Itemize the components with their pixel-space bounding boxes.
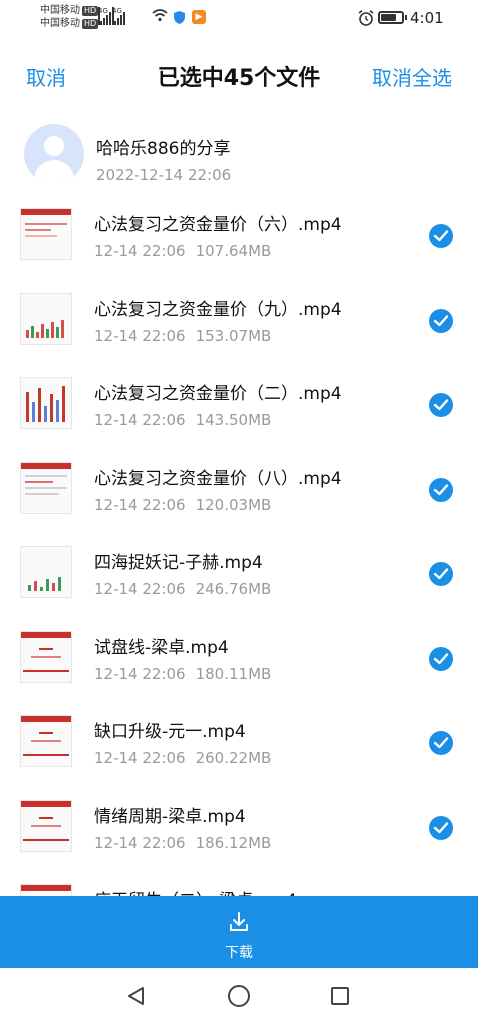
file-row[interactable]: 心法复习之资金量价（八）.mp4 12-14 22:06 120.03MB — [0, 446, 478, 531]
selected-check-icon[interactable] — [429, 731, 453, 755]
video-thumbnail — [20, 377, 72, 429]
system-nav-bar — [0, 968, 478, 1024]
selected-check-icon[interactable] — [429, 393, 453, 417]
selected-check-icon[interactable] — [429, 308, 453, 333]
file-name: 缺口升级-元一.mp4 — [94, 722, 246, 742]
app-notification-icon: ▶ — [192, 10, 206, 24]
file-meta: 12-14 22:06 246.76MB — [94, 580, 271, 598]
selected-check-icon[interactable] — [429, 815, 453, 840]
selected-check-icon[interactable] — [429, 562, 453, 586]
deselect-all-button[interactable]: 取消全选 — [372, 62, 452, 91]
selected-check-icon[interactable] — [429, 224, 453, 248]
selection-header: 取消 已选中45个文件 取消全选 — [0, 44, 478, 104]
file-meta: 12-14 22:06 186.12MB — [94, 834, 271, 852]
file-name: 情绪周期-梁卓.mp4 — [94, 806, 246, 827]
avatar-head — [44, 136, 64, 156]
file-date: 12-14 22:06 — [94, 749, 186, 767]
video-thumbnail — [20, 461, 72, 514]
file-name: 心法复习之资金量价（八）.mp4 — [94, 468, 342, 489]
file-date: 12-14 22:06 — [94, 242, 186, 260]
file-size: 246.76MB — [195, 580, 272, 598]
file-meta: 12-14 22:06 153.07MB — [94, 327, 271, 345]
file-date: 12-14 22:06 — [94, 495, 186, 514]
carrier-label-1: 中国移动 HD — [40, 5, 99, 16]
clock: 4:01 — [410, 9, 444, 27]
video-thumbnail — [20, 292, 72, 345]
file-name: 庙王留牛（二）-梁卓.mp4 — [94, 886, 297, 896]
file-name: 心法复习之资金量价（六）.mp4 — [94, 215, 342, 235]
hd-badge: HD — [82, 19, 99, 29]
file-name: 四海捉妖记-子赫.mp4 — [94, 553, 263, 573]
file-row[interactable]: 四海捉妖记-子赫.mp4 12-14 22:06 246.76MB — [0, 530, 478, 615]
share-date: 2022-12-14 22:06 — [96, 166, 232, 184]
alarm-icon — [358, 10, 374, 26]
battery-icon — [378, 11, 407, 24]
file-row[interactable]: 缺口升级-元一.mp4 12-14 22:06 260.22MB — [0, 699, 478, 784]
file-meta: 12-14 22:06 180.11MB — [94, 665, 271, 683]
file-date: 12-14 22:06 — [94, 326, 186, 345]
status-bar: 中国移动 HD 中国移动 HD 4G 4G ▶ 4:01 — [0, 0, 478, 38]
file-name: 心法复习之资金量价（二）.mp4 — [94, 384, 342, 404]
file-date: 12-14 22:06 — [94, 411, 186, 429]
video-thumbnail — [20, 799, 72, 852]
selected-check-icon[interactable] — [429, 477, 453, 502]
avatar — [24, 124, 84, 184]
file-size: 153.07MB — [195, 326, 272, 345]
file-size: 180.11MB — [195, 664, 272, 683]
selected-check-icon[interactable] — [429, 646, 453, 671]
file-size: 120.03MB — [195, 495, 272, 514]
video-thumbnail — [20, 884, 72, 896]
shield-icon — [174, 11, 185, 24]
file-size: 186.12MB — [195, 833, 272, 852]
back-triangle-icon[interactable] — [126, 986, 146, 1006]
file-row[interactable]: 情绪周期-梁卓.mp4 12-14 22:06 186.12MB — [0, 784, 478, 869]
file-row[interactable]: 心法复习之资金量价（六）.mp4 12-14 22:06 107.64MB — [0, 192, 478, 277]
hd-badge: HD — [82, 6, 99, 16]
file-meta: 12-14 22:06 107.64MB — [94, 242, 271, 260]
file-name: 心法复习之资金量价（九）.mp4 — [94, 299, 342, 320]
video-thumbnail — [20, 630, 72, 683]
video-thumbnail — [20, 715, 72, 767]
sharer-name: 哈哈乐886的分享 — [96, 139, 231, 159]
download-label: 下载 — [225, 945, 253, 961]
file-date: 12-14 22:06 — [94, 833, 186, 852]
file-row[interactable]: 心法复习之资金量价（九）.mp4 12-14 22:06 153.07MB — [0, 277, 478, 362]
file-meta: 12-14 22:06 143.50MB — [94, 411, 271, 429]
file-row-partial[interactable]: 庙王留牛（二）-梁卓.mp4 — [0, 868, 478, 896]
wifi-icon — [152, 9, 168, 22]
carrier-label-2: 中国移动 HD — [40, 18, 99, 29]
file-row[interactable]: 心法复习之资金量价（二）.mp4 12-14 22:06 143.50MB — [0, 361, 478, 446]
avatar-body — [34, 160, 74, 184]
file-meta: 12-14 22:06 260.22MB — [94, 749, 271, 767]
file-meta: 12-14 22:06 120.03MB — [94, 496, 271, 514]
file-date: 12-14 22:06 — [94, 580, 186, 598]
home-circle-icon[interactable] — [228, 985, 250, 1007]
file-date: 12-14 22:06 — [94, 664, 186, 683]
download-button[interactable]: 下载 — [0, 896, 478, 968]
file-size: 143.50MB — [195, 411, 272, 429]
file-name: 试盘线-梁卓.mp4 — [94, 637, 229, 658]
video-thumbnail — [20, 208, 72, 260]
file-size: 260.22MB — [195, 749, 272, 767]
video-thumbnail — [20, 546, 72, 598]
recent-apps-square-icon[interactable] — [331, 987, 349, 1005]
download-icon — [230, 912, 248, 931]
file-size: 107.64MB — [195, 242, 272, 260]
file-row[interactable]: 试盘线-梁卓.mp4 12-14 22:06 180.11MB — [0, 615, 478, 700]
share-info: 哈哈乐886的分享 2022-12-14 22:06 — [0, 118, 478, 188]
file-list[interactable]: 心法复习之资金量价（六）.mp4 12-14 22:06 107.64MB 心法复… — [0, 192, 478, 896]
